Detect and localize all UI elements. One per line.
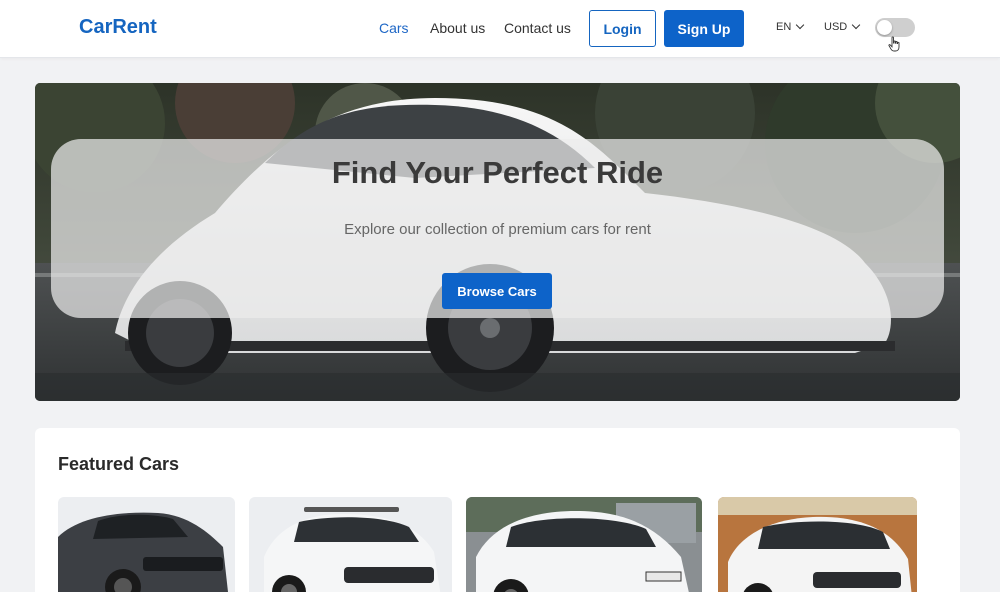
car-card-white-hatchback[interactable] <box>466 497 702 592</box>
chevron-down-icon <box>851 20 861 30</box>
hero-title: Find Your Perfect Ride <box>331 155 664 190</box>
nav-link-about-us[interactable]: About us <box>430 20 485 36</box>
car-card-white-suv-2[interactable] <box>718 497 917 592</box>
chevron-down-icon <box>796 20 805 30</box>
featured-cars-section: Featured Cars <box>35 428 960 592</box>
car-image <box>58 497 235 592</box>
car-card-white-suv-1[interactable] <box>249 497 452 592</box>
car-card-dark-suv[interactable] <box>58 497 235 592</box>
hero-banner: Find Your Perfect Ride Explore our colle… <box>35 83 960 401</box>
brand-logo[interactable]: CarRent <box>79 16 157 39</box>
currency-selector[interactable]: USD <box>824 20 861 33</box>
signup-button[interactable]: Sign Up <box>664 10 744 47</box>
login-button[interactable]: Login <box>589 10 656 47</box>
language-selector[interactable]: EN <box>776 20 805 33</box>
top-navbar: CarRent Cars About us Contact us Login S… <box>0 0 1000 58</box>
language-value: EN <box>776 21 792 33</box>
nav-link-cars[interactable]: Cars <box>379 20 409 36</box>
car-image <box>718 497 917 592</box>
currency-value: USD <box>824 21 848 33</box>
hero-subtitle: Explore our collection of premium cars f… <box>344 221 651 238</box>
section-title: Featured Cars <box>58 454 180 474</box>
car-image <box>249 497 452 592</box>
browse-cars-button[interactable]: Browse Cars <box>442 273 552 309</box>
car-image <box>466 497 702 592</box>
theme-toggle[interactable] <box>875 18 915 37</box>
nav-link-contact-us[interactable]: Contact us <box>504 20 571 36</box>
toggle-knob <box>877 20 892 35</box>
hand-pointer-icon <box>888 36 900 52</box>
